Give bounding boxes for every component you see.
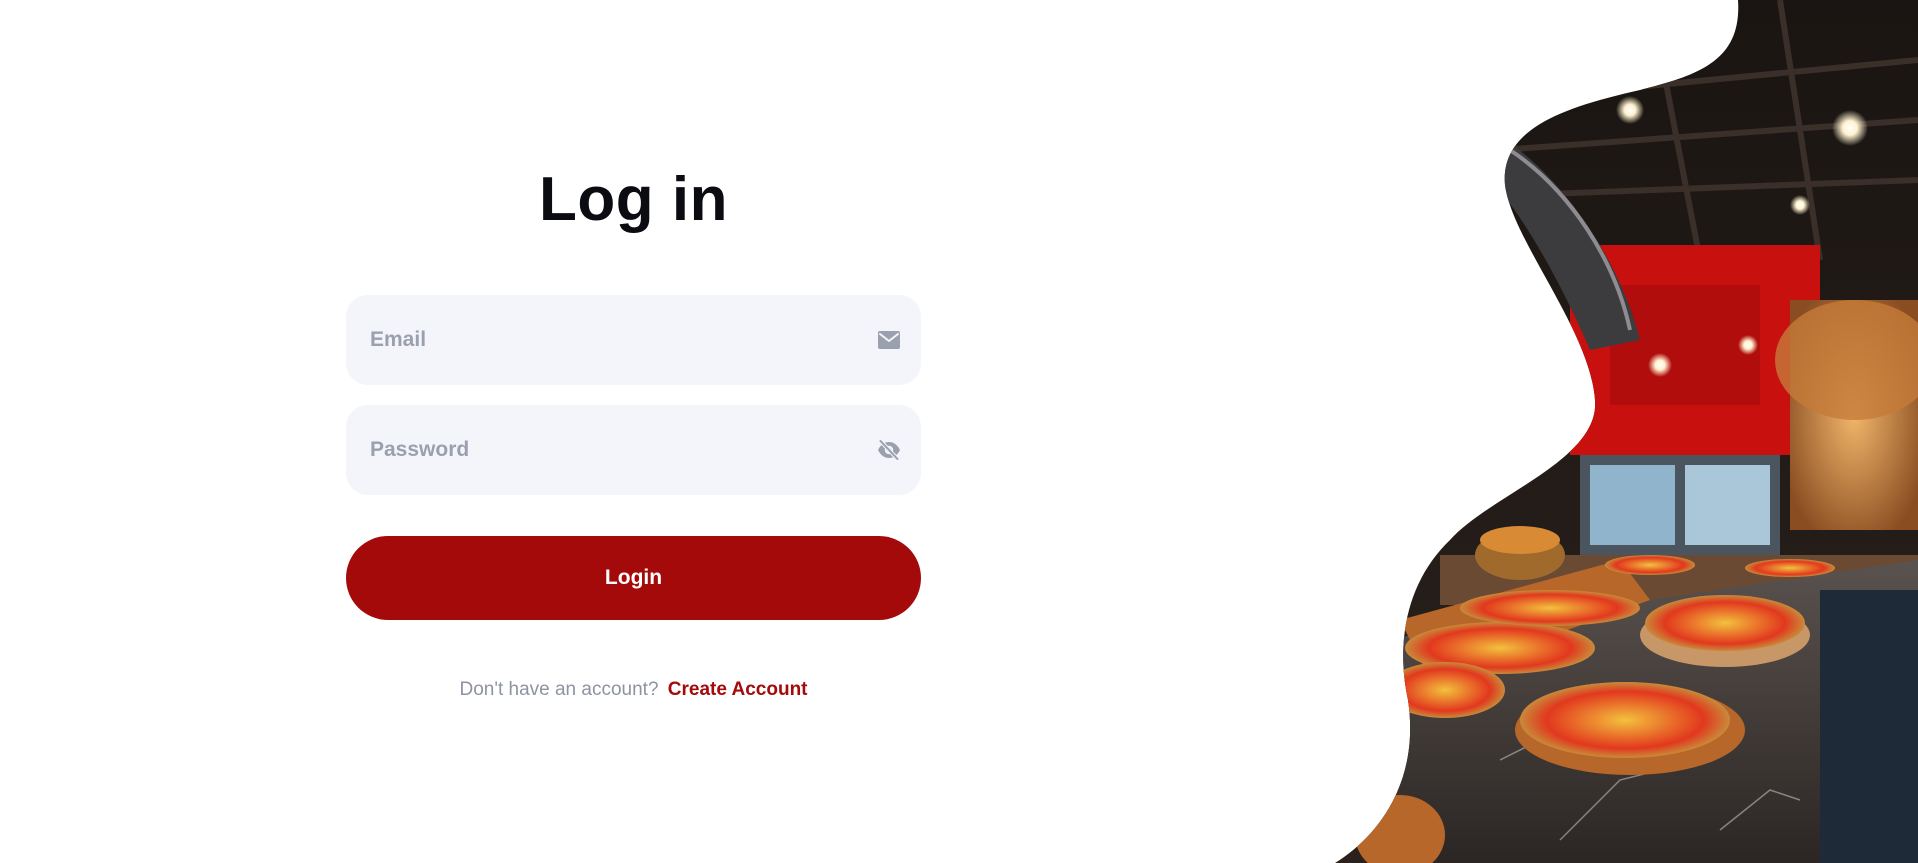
pizzeria-hero-image (1335, 0, 1918, 863)
login-page: Log in Login Don't have an account? Crea… (0, 0, 1918, 863)
create-account-link[interactable]: Create Account (668, 679, 808, 700)
signup-row: Don't have an account? Create Account (346, 678, 921, 702)
login-button[interactable]: Login (346, 536, 921, 620)
eye-off-icon[interactable] (877, 438, 901, 462)
email-input[interactable] (346, 295, 921, 385)
email-field-container (346, 295, 921, 385)
signup-prompt: Don't have an account? (459, 679, 659, 700)
mail-icon (878, 331, 900, 349)
password-input[interactable] (346, 405, 921, 495)
login-form: Log in Login Don't have an account? Crea… (346, 150, 921, 700)
password-field-container (346, 405, 921, 495)
page-title: Log in (539, 165, 728, 234)
